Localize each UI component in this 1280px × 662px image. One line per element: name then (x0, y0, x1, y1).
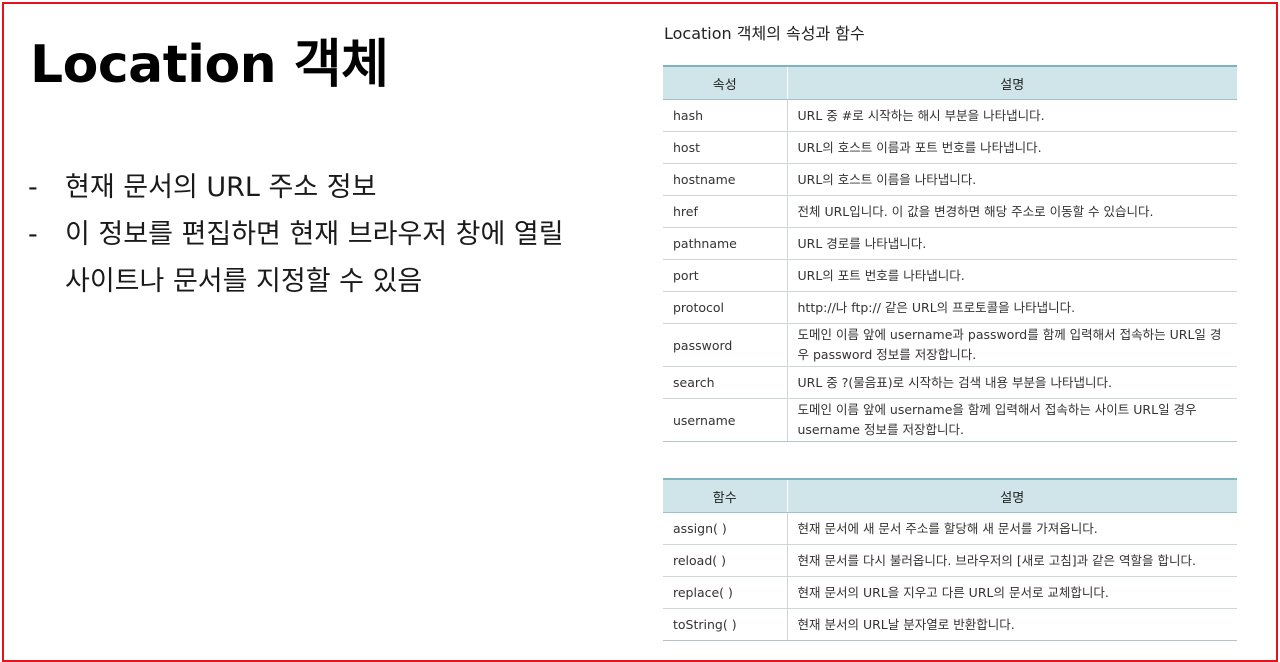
column-header-function: 함수 (663, 478, 788, 513)
table-row: host URL의 호스트 이름과 포트 번호를 나타냅니다. (663, 131, 1237, 164)
table-row: toString( ) 현재 분서의 URL날 분자열로 반환합니다. (663, 608, 1237, 641)
property-description: URL 중 ?(물음표)로 시작하는 검색 내용 부분을 나타냅니다. (787, 366, 1237, 399)
table-row: search URL 중 ?(물음표)로 시작하는 검색 내용 부분을 나타냅니… (663, 366, 1237, 399)
table-row: hash URL 중 #로 시작하는 해시 부분을 나타냅니다. (663, 99, 1237, 132)
property-name: search (663, 366, 788, 399)
bullet-marker: - (28, 172, 38, 203)
property-description: 전체 URL입니다. 이 값을 변경하면 해당 주소로 이동할 수 있습니다. (787, 195, 1237, 228)
property-name: protocol (663, 291, 788, 324)
property-name: pathname (663, 227, 788, 260)
function-description: 현재 문서를 다시 불러옵니다. 브라우저의 [새로 고침]과 같은 역할을 합… (787, 544, 1237, 577)
property-name: href (663, 195, 788, 228)
table-row: assign( ) 현재 문서에 새 문서 주소를 할당해 새 문서를 가져옵니… (663, 512, 1237, 545)
table-row: reload( ) 현재 문서를 다시 불러옵니다. 브라우저의 [새로 고침]… (663, 544, 1237, 577)
property-description: URL의 호스트 이름과 포트 번호를 나타냅니다. (787, 131, 1237, 164)
property-description: http://나 ftp:// 같은 URL의 프로토콜을 나타냅니다. (787, 291, 1237, 324)
table-row: password 도메인 이름 앞에 username과 password를 함… (663, 323, 1237, 367)
property-description: 도메인 이름 앞에 username을 함께 입력해서 접속하는 사이트 URL… (787, 398, 1237, 442)
property-name: host (663, 131, 788, 164)
function-name: replace( ) (663, 576, 788, 609)
property-description: 도메인 이름 앞에 username과 password를 함께 입력해서 접속… (787, 323, 1237, 367)
table-row: pathname URL 경로를 나타냅니다. (663, 227, 1237, 260)
table-row: port URL의 포트 번호를 나타냅니다. (663, 259, 1237, 292)
property-description: URL의 포트 번호를 나타냅니다. (787, 259, 1237, 292)
slide-title: Location 객체 (30, 35, 389, 95)
bullet-list: - 현재 문서의 URL 주소 정보 - 이 정보를 편집하면 현재 브라우저 … (28, 164, 588, 305)
table-row: hostname URL의 호스트 이름을 나타냅니다. (663, 163, 1237, 196)
column-header-property: 속성 (663, 65, 788, 100)
table-row: username 도메인 이름 앞에 username을 함께 입력해서 접속하… (663, 398, 1237, 442)
properties-table: 속성 설명 hash URL 중 #로 시작하는 해시 부분을 나타냅니다. h… (663, 65, 1237, 442)
bullet-item: - 이 정보를 편집하면 현재 브라우저 창에 열릴 사이트나 문서를 지정할 … (28, 211, 588, 305)
function-description: 현재 문서의 URL을 지우고 다른 URL의 문서로 교체합니다. (787, 576, 1237, 609)
table-row: protocol http://나 ftp:// 같은 URL의 프로토콜을 나… (663, 291, 1237, 324)
function-name: toString( ) (663, 608, 788, 641)
bullet-marker: - (28, 219, 38, 250)
function-name: assign( ) (663, 512, 788, 545)
function-description: 현재 문서에 새 문서 주소를 할당해 새 문서를 가져옵니다. (787, 512, 1237, 545)
property-name: hash (663, 99, 788, 132)
table-panel-title: Location 객체의 속성과 함수 (664, 24, 865, 43)
functions-table: 함수 설명 assign( ) 현재 문서에 새 문서 주소를 할당해 새 문서… (663, 478, 1237, 641)
property-description: URL 경로를 나타냅니다. (787, 227, 1237, 260)
property-description: URL의 호스트 이름을 나타냅니다. (787, 163, 1237, 196)
table-row: replace( ) 현재 문서의 URL을 지우고 다른 URL의 문서로 교… (663, 576, 1237, 609)
function-description: 현재 분서의 URL날 분자열로 반환합니다. (787, 608, 1237, 641)
property-name: username (663, 398, 788, 442)
function-name: reload( ) (663, 544, 788, 577)
property-name: port (663, 259, 788, 292)
property-name: hostname (663, 163, 788, 196)
bullet-text: 이 정보를 편집하면 현재 브라우저 창에 열릴 사이트나 문서를 지정할 수 … (65, 219, 564, 297)
properties-header-row: 속성 설명 (663, 65, 1237, 100)
property-name: password (663, 323, 788, 367)
functions-header-row: 함수 설명 (663, 478, 1237, 513)
table-row: href 전체 URL입니다. 이 값을 변경하면 해당 주소로 이동할 수 있… (663, 195, 1237, 228)
property-description: URL 중 #로 시작하는 해시 부분을 나타냅니다. (787, 99, 1237, 132)
column-header-description: 설명 (787, 478, 1237, 513)
bullet-text: 현재 문서의 URL 주소 정보 (65, 172, 377, 203)
bullet-item: - 현재 문서의 URL 주소 정보 (28, 164, 588, 211)
column-header-description: 설명 (787, 65, 1237, 100)
